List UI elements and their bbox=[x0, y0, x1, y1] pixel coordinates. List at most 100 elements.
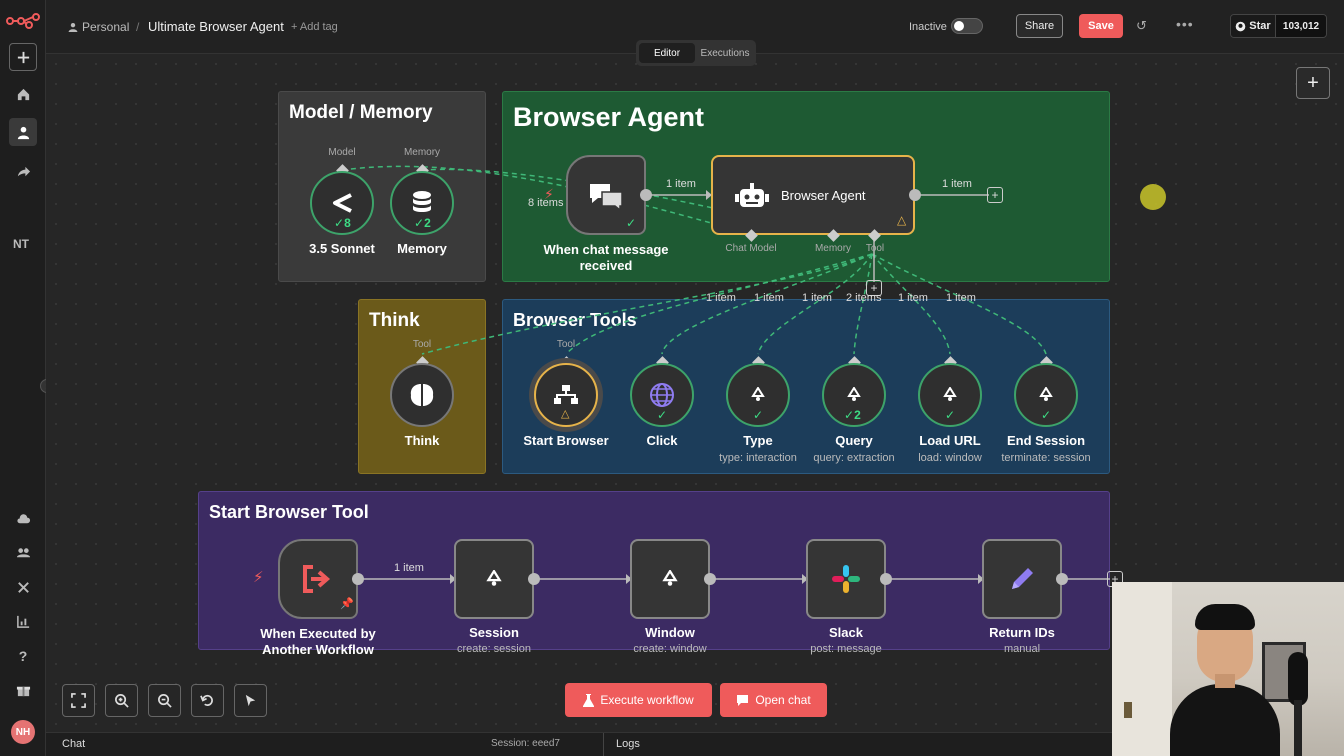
flask-icon bbox=[583, 693, 595, 707]
load-url-node-subtitle: load: window bbox=[918, 452, 982, 464]
tab-editor[interactable]: Editor bbox=[639, 43, 695, 63]
memory-node-label: Memory bbox=[397, 241, 447, 256]
variables-icon[interactable] bbox=[9, 573, 37, 601]
pin-icon: 📌 bbox=[340, 598, 354, 610]
agent-tool-port-label: Tool bbox=[865, 243, 885, 254]
return-ids-output-handle[interactable] bbox=[1056, 573, 1068, 585]
chat-panel-tab[interactable]: Chat bbox=[62, 738, 85, 750]
return-ids-node[interactable] bbox=[982, 539, 1062, 619]
agent-output-handle[interactable] bbox=[909, 189, 921, 201]
logs-panel-tab[interactable]: Logs bbox=[616, 738, 640, 750]
execute-workflow-button[interactable]: Execute workflow bbox=[565, 683, 712, 717]
start-browser-node[interactable]: △ bbox=[534, 363, 598, 427]
chat-trigger-output-handle[interactable] bbox=[640, 189, 652, 201]
more-options-icon[interactable]: ••• bbox=[1176, 16, 1194, 32]
end-session-node-subtitle: terminate: session bbox=[1001, 452, 1091, 464]
tool-query-b-count: 2 items bbox=[846, 292, 882, 304]
n8n-logo-icon[interactable] bbox=[6, 12, 40, 30]
query-node[interactable]: ✓2 bbox=[822, 363, 886, 427]
save-button[interactable]: Save bbox=[1079, 14, 1123, 38]
executed-trigger-label-2: Another Workflow bbox=[262, 642, 374, 657]
execute-workflow-label: Execute workflow bbox=[600, 693, 694, 707]
query-run-count: 2 bbox=[854, 408, 861, 422]
browser-agent-node[interactable]: Browser Agent △ bbox=[711, 155, 915, 235]
chat-trigger-label-1: When chat message bbox=[543, 242, 669, 257]
click-node[interactable]: ✓ bbox=[630, 363, 694, 427]
project-name: Personal bbox=[82, 20, 130, 34]
trigger-output-handle[interactable] bbox=[352, 573, 364, 585]
open-chat-button[interactable]: Open chat bbox=[720, 683, 827, 717]
type-node[interactable]: ✓ bbox=[726, 363, 790, 427]
user-avatar[interactable]: NH bbox=[11, 720, 35, 744]
think-node-label: Think bbox=[404, 433, 440, 448]
slack-node[interactable] bbox=[806, 539, 886, 619]
add-tag-link[interactable]: + Add tag bbox=[291, 21, 338, 33]
model-port-label: Model bbox=[328, 147, 356, 158]
cloud-icon[interactable] bbox=[9, 504, 37, 532]
start-browser-warning-icon: △ bbox=[561, 408, 570, 420]
share-arrow-icon[interactable] bbox=[9, 157, 37, 185]
load-url-node[interactable]: ✓ bbox=[918, 363, 982, 427]
open-chat-label: Open chat bbox=[755, 693, 811, 707]
click-node-label: Click bbox=[646, 433, 678, 448]
end-session-node[interactable]: ✓ bbox=[1014, 363, 1078, 427]
panel-divider[interactable] bbox=[603, 733, 604, 756]
window-node-subtitle: create: window bbox=[633, 643, 707, 655]
personal-user-icon[interactable] bbox=[9, 118, 37, 146]
undo-icon bbox=[200, 694, 213, 706]
tab-executions[interactable]: Executions bbox=[697, 43, 753, 63]
breadcrumb-project[interactable]: Personal bbox=[68, 20, 129, 34]
start-browser-label: Start Browser bbox=[523, 433, 609, 448]
window-output-handle[interactable] bbox=[704, 573, 716, 585]
slack-icon bbox=[832, 565, 860, 593]
anthropic-model-node[interactable]: ✓8 bbox=[310, 171, 374, 235]
recycle-icon bbox=[662, 570, 678, 586]
think-node[interactable] bbox=[390, 363, 454, 427]
tool-query-a-count: 1 item bbox=[802, 292, 832, 304]
zoom-out-button[interactable] bbox=[148, 684, 181, 717]
add-icon[interactable] bbox=[9, 43, 37, 71]
query-node-label: Query bbox=[835, 433, 873, 448]
cursor-icon bbox=[245, 694, 256, 707]
slack-output-handle[interactable] bbox=[880, 573, 892, 585]
zoom-in-button[interactable] bbox=[105, 684, 138, 717]
chat-trigger-node[interactable]: ✓ bbox=[566, 155, 646, 235]
active-toggle[interactable] bbox=[951, 18, 983, 34]
trigger-bolt-icon: ⚡ bbox=[253, 569, 264, 586]
executed-by-workflow-trigger-node[interactable]: 📌 bbox=[278, 539, 358, 619]
recycle-icon bbox=[1039, 387, 1053, 401]
home-icon[interactable] bbox=[9, 80, 37, 108]
session-output-handle[interactable] bbox=[528, 573, 540, 585]
history-icon[interactable]: ↺ bbox=[1136, 18, 1147, 34]
memory-node[interactable]: ✓2 bbox=[390, 171, 454, 235]
session-id-label: Session: eeed7 bbox=[491, 738, 560, 749]
help-icon[interactable]: ? bbox=[9, 642, 37, 670]
gift-icon[interactable] bbox=[9, 676, 37, 704]
add-node-button[interactable]: + bbox=[1296, 67, 1330, 99]
github-star-button[interactable]: Star 103,012 bbox=[1230, 14, 1327, 38]
agent-memory-port-label: Memory bbox=[814, 243, 852, 254]
globe-icon bbox=[650, 383, 674, 407]
github-icon bbox=[1235, 21, 1246, 31]
breadcrumb-separator: / bbox=[136, 20, 140, 34]
database-icon bbox=[413, 191, 431, 212]
zoom-to-fit-button[interactable] bbox=[62, 684, 95, 717]
add-next-node-icon[interactable]: + bbox=[987, 187, 1003, 203]
window-node[interactable] bbox=[630, 539, 710, 619]
project-nt-label[interactable]: NT bbox=[13, 237, 29, 251]
reset-zoom-button[interactable] bbox=[191, 684, 224, 717]
tidy-up-button[interactable] bbox=[234, 684, 267, 717]
recycle-icon bbox=[943, 387, 957, 401]
sign-in-icon bbox=[303, 565, 331, 593]
memory-port-label: Memory bbox=[403, 147, 441, 158]
agent-node-label: Browser Agent bbox=[781, 188, 866, 203]
workflow-name[interactable]: Ultimate Browser Agent bbox=[148, 19, 284, 34]
community-icon[interactable] bbox=[9, 538, 37, 566]
left-sidebar: NT ? NH bbox=[0, 0, 46, 756]
share-button[interactable]: Share bbox=[1016, 14, 1063, 38]
cursor-highlight bbox=[1140, 184, 1166, 210]
chat-to-agent-count: 1 item bbox=[666, 178, 696, 190]
session-node[interactable] bbox=[454, 539, 534, 619]
insights-chart-icon[interactable] bbox=[9, 607, 37, 635]
recycle-icon bbox=[486, 570, 502, 586]
